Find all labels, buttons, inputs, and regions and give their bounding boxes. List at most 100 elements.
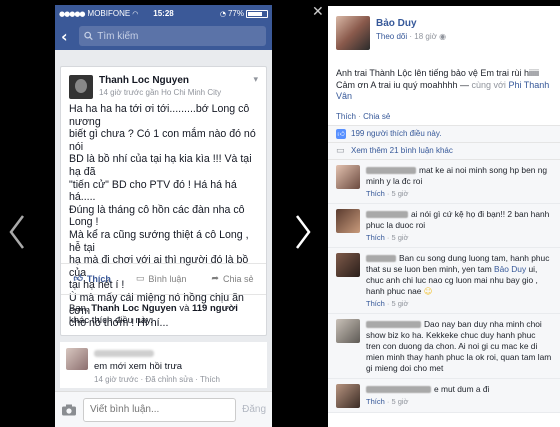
share-link[interactable]: Chia sẻ bbox=[363, 112, 390, 121]
avatar[interactable] bbox=[69, 75, 93, 99]
back-icon[interactable]: ‹ bbox=[61, 27, 73, 46]
post-card: Thanh Loc Nguyen 14 giờ trước gần Ho Chi… bbox=[60, 66, 267, 336]
post-line: Mà kể ra cũng sướng thiệt á cô Long , hễ… bbox=[69, 228, 249, 254]
search-bar: ‹ bbox=[55, 22, 272, 50]
more-comments-row[interactable]: ▭ Xem thêm 21 bình luận khác bbox=[328, 143, 560, 160]
blurred-name bbox=[366, 320, 421, 328]
panel-text-with: cùng với bbox=[471, 79, 506, 90]
comment-time: · 5 giờ bbox=[386, 298, 409, 308]
post-line: BD là bồ nhí của tại hạ kia kìa !!! Và t… bbox=[69, 153, 252, 178]
globe-icon: ◉ bbox=[439, 32, 447, 41]
follow-link[interactable]: Theo dõi bbox=[376, 32, 407, 41]
battery-fill bbox=[248, 11, 262, 16]
next-photo-icon[interactable] bbox=[292, 212, 314, 252]
smile-icon: ☺ bbox=[423, 285, 433, 296]
battery-percent: 77% bbox=[227, 9, 244, 18]
avatar[interactable] bbox=[336, 383, 360, 408]
comment-composer: Đăng bbox=[55, 391, 272, 427]
comment-meta: Thích · 5 giờ bbox=[366, 232, 552, 243]
separator: · bbox=[358, 111, 361, 121]
list-item: ai nói gì cứ kệ họ đi bạn!! 2 ban hanh p… bbox=[328, 204, 560, 248]
panel-header: Bảo Duy Theo dõi · 18 giờ ◉ bbox=[328, 6, 560, 50]
comment-meta: Thích · 5 giờ bbox=[366, 298, 552, 309]
comment-meta: Thích · 5 giờ bbox=[366, 396, 552, 407]
previous-photo-icon[interactable] bbox=[6, 212, 28, 252]
blurred-name bbox=[366, 385, 431, 393]
thumbs-up-icon: 👍︎ bbox=[73, 274, 83, 284]
avatar[interactable] bbox=[336, 252, 360, 277]
search-icon bbox=[84, 31, 93, 41]
carrier-label: MOBIFONE bbox=[87, 9, 131, 18]
comment-item: em mới xem hồi trưa 14 giờ trước · Đã ch… bbox=[60, 342, 267, 388]
likes-you: Bạn, bbox=[69, 303, 89, 314]
thumbs-up-icon: 👍︎ bbox=[336, 128, 346, 139]
like-button[interactable]: 👍︎ Thích bbox=[73, 274, 110, 284]
panel-text: Anh trai Thành Lộc lên tiếng bảo vệ Em t… bbox=[328, 68, 560, 103]
search-input[interactable] bbox=[97, 30, 261, 42]
post-line: Đúng là tháng cô hồn các đàn nha cô Long… bbox=[69, 203, 245, 229]
avatar[interactable] bbox=[336, 318, 360, 343]
like-link[interactable]: Thích bbox=[366, 299, 385, 308]
avatar[interactable] bbox=[336, 164, 360, 189]
panel-author[interactable]: Bảo Duy bbox=[376, 18, 446, 29]
comment-meta: Thích · 5 giờ bbox=[366, 188, 552, 199]
comment-icon: ▭ bbox=[135, 274, 145, 284]
post-actions: 👍︎ Thích ▭ Bình luận ➦ Chia sẻ bbox=[61, 263, 266, 295]
panel-meta: Theo dõi · 18 giờ ◉ bbox=[376, 32, 447, 41]
avatar[interactable] bbox=[336, 208, 360, 233]
search-box[interactable] bbox=[79, 26, 266, 46]
like-link[interactable]: Thích bbox=[366, 233, 385, 242]
likes-name: Thanh Loc Nguyen bbox=[91, 303, 177, 314]
post-line: Ha ha ha ha tới ơi tới.........bớ Long c… bbox=[69, 103, 250, 128]
comment-label: Bình luận bbox=[148, 274, 187, 284]
post-line: biết gì chưa ? Có 1 con mắm nào đó nó nó… bbox=[69, 128, 256, 153]
likes-count: 199 người thích điều này. bbox=[351, 129, 442, 138]
likes-and: và bbox=[179, 303, 190, 314]
list-item: mat ke ai noi minh song hp ben ng minh y… bbox=[328, 160, 560, 204]
comment-time: · 5 giờ bbox=[386, 188, 409, 198]
list-item: Ban cu song dung luong tam, hanh phuc th… bbox=[328, 248, 560, 314]
comment-list: mat ke ai noi minh song hp ben ng minh y… bbox=[328, 159, 560, 413]
share-icon: ➦ bbox=[211, 274, 219, 284]
post-header: Thanh Loc Nguyen 14 giờ trước gần Ho Chi… bbox=[61, 67, 266, 103]
comment-button[interactable]: ▭ Bình luận bbox=[136, 274, 187, 284]
avatar[interactable] bbox=[66, 348, 88, 370]
post-author[interactable]: Thanh Loc Nguyen bbox=[99, 75, 221, 86]
panel-time[interactable]: 18 giờ bbox=[414, 32, 437, 41]
phone-screenshot: ●●●●● MOBIFONE ◠ 15:28 ◔ 77% ‹ Thanh Loc… bbox=[55, 5, 272, 427]
like-label: Thích bbox=[86, 274, 111, 284]
comment-time: · 5 giờ bbox=[386, 232, 409, 242]
comment-input[interactable] bbox=[83, 397, 237, 422]
comment-text: em mới xem hồi trưa bbox=[94, 361, 183, 372]
avatar[interactable] bbox=[336, 16, 370, 50]
tag-link[interactable]: Bảo Duy bbox=[494, 264, 526, 274]
chevron-down-icon[interactable]: ▾ bbox=[253, 75, 258, 85]
camera-icon[interactable] bbox=[61, 404, 77, 416]
blurred-name bbox=[366, 254, 396, 262]
comment-icon: ▭ bbox=[336, 145, 345, 156]
comment-text: e mut dum a đi bbox=[434, 383, 490, 394]
likes-summary[interactable]: Bạn, Thanh Loc Nguyen và 119 người khác … bbox=[69, 303, 258, 327]
comment-meta: 14 giờ trước · Đã chỉnh sửa · Thích bbox=[94, 375, 220, 384]
likes-row[interactable]: 👍︎ 199 người thích điều này. bbox=[328, 126, 560, 143]
post-panel: Bảo Duy Theo dõi · 18 giờ ◉ Anh trai Thà… bbox=[328, 6, 560, 427]
post-comment-button[interactable]: Đăng bbox=[242, 404, 266, 415]
signal-icon: ●●●●● bbox=[59, 9, 86, 18]
battery-icon bbox=[246, 9, 268, 18]
like-link[interactable]: Thích bbox=[366, 189, 385, 198]
blurred-name bbox=[366, 210, 408, 218]
list-item: e mut dum a đi Thích · 5 giờ bbox=[328, 379, 560, 413]
likes-count: 119 người bbox=[192, 303, 238, 314]
blurred-name bbox=[366, 166, 416, 174]
post-meta: 14 giờ trước gần Ho Chi Minh City bbox=[99, 88, 222, 97]
like-link[interactable]: Thích bbox=[366, 397, 385, 406]
photo-viewer: ✕ ●●●●● MOBIFONE ◠ 15:28 ◔ 77% ‹ Tìm kiế… bbox=[0, 0, 560, 427]
post-line: "tiến cử" BD cho PTV đó ! Há há há há...… bbox=[69, 178, 237, 204]
like-link[interactable]: Thích bbox=[336, 112, 356, 121]
share-button[interactable]: ➦ Chia sẻ bbox=[211, 274, 253, 284]
close-icon[interactable]: ✕ bbox=[312, 4, 324, 20]
status-bar: ●●●●● MOBIFONE ◠ 15:28 ◔ 77% bbox=[55, 5, 272, 22]
panel-actions: Thích · Chia sẻ bbox=[328, 112, 560, 121]
comment-time: · 5 giờ bbox=[386, 396, 409, 406]
panel-summary: 👍︎ 199 người thích điều này. ▭ Xem thêm … bbox=[328, 124, 560, 160]
